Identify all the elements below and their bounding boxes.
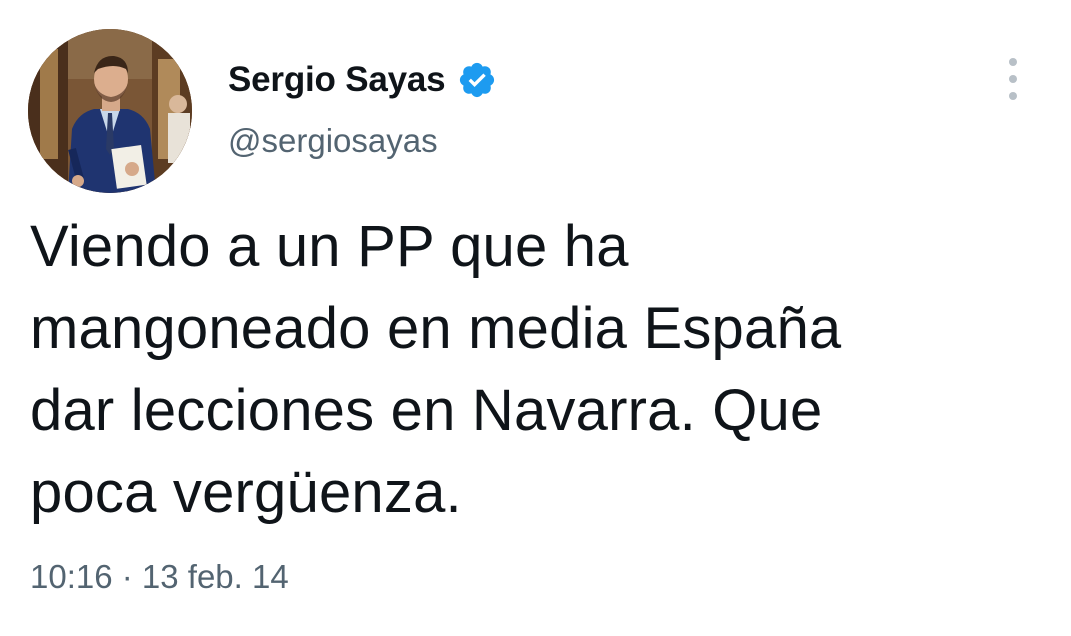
author-name-row: Sergio Sayas <box>228 56 497 104</box>
tweet-card: Sergio Sayas @sergiosayas Viendo a un PP… <box>0 0 1071 636</box>
verified-badge-icon <box>457 60 497 100</box>
author-display-name[interactable]: Sergio Sayas <box>228 60 446 100</box>
tweet-timestamp[interactable]: 10:16 · 13 feb. 14 <box>30 558 289 596</box>
more-dot <box>1009 58 1017 66</box>
avatar-photo <box>28 29 192 193</box>
more-dot <box>1009 92 1017 100</box>
tweet-text: Viendo a un PP que ha mangoneado en medi… <box>30 214 842 525</box>
avatar[interactable] <box>28 29 192 193</box>
more-options-icon[interactable] <box>1000 58 1026 100</box>
author-handle[interactable]: @sergiosayas <box>228 122 438 160</box>
more-dot <box>1009 75 1017 83</box>
